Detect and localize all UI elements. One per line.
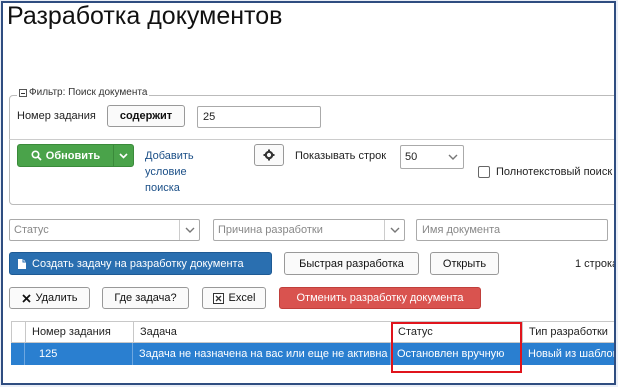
- rows-count: 1 строка: [575, 258, 616, 270]
- task-number-input[interactable]: 25: [197, 106, 321, 128]
- status-column-highlight: [391, 322, 522, 373]
- row-dev-type: Новый из шаблона: [522, 343, 614, 365]
- chevron-down-icon: [443, 146, 463, 168]
- open-button[interactable]: Открыть: [430, 252, 499, 275]
- reason-select[interactable]: Причина разработки: [213, 219, 405, 241]
- delete-label: Удалить: [35, 292, 78, 304]
- document-icon: [18, 258, 26, 269]
- docname-input[interactable]: Имя документа: [416, 219, 608, 241]
- task-number-label: Номер задания: [17, 110, 96, 122]
- status-select[interactable]: Статус: [9, 219, 200, 241]
- refresh-main[interactable]: Обновить: [18, 145, 114, 166]
- refresh-dropdown[interactable]: [114, 152, 133, 159]
- status-select-placeholder: Статус: [14, 224, 49, 236]
- excel-button[interactable]: Excel: [202, 287, 266, 309]
- refresh-button[interactable]: Обновить: [17, 144, 134, 167]
- gear-icon: [263, 149, 275, 161]
- filter-legend[interactable]: Фильтр: Поиск документа: [17, 87, 150, 98]
- table-header: Номер задания Задача Статус Тип разработ…: [11, 321, 614, 343]
- add-condition-link[interactable]: Добавить условие поиска: [145, 148, 194, 196]
- header-select[interactable]: [12, 322, 26, 342]
- row-select-cell[interactable]: [11, 343, 25, 365]
- header-task-number[interactable]: Номер задания: [26, 322, 134, 342]
- show-rows-label: Показывать строк: [295, 150, 387, 162]
- create-task-button[interactable]: Создать задачу на разработку документа: [9, 252, 272, 275]
- excel-icon: [212, 292, 224, 304]
- where-task-button[interactable]: Где задача?: [102, 287, 189, 309]
- create-task-label: Создать задачу на разработку документа: [32, 257, 244, 270]
- filter-legend-label: Фильтр: Поиск документа: [29, 87, 148, 98]
- close-icon: [21, 293, 31, 303]
- page-title: Разработка документов: [7, 2, 283, 30]
- chevron-down-icon: [179, 220, 199, 240]
- operator-button[interactable]: содержит: [107, 105, 185, 127]
- fulltext-checkbox[interactable]: [478, 166, 490, 178]
- header-task[interactable]: Задача: [134, 322, 392, 342]
- delete-button[interactable]: Удалить: [9, 287, 90, 309]
- search-icon: [31, 150, 42, 161]
- fulltext-label: Полнотекстовый поиск: [496, 166, 613, 178]
- chevron-down-icon: [384, 220, 404, 240]
- window: Разработка документов Фильтр: Поиск доку…: [1, 1, 616, 385]
- settings-button[interactable]: [254, 144, 284, 166]
- table-row[interactable]: 125 Задача не назначена на вас или еще н…: [11, 343, 614, 365]
- rows-select-value: 50: [405, 151, 418, 163]
- collapse-icon[interactable]: [19, 88, 27, 97]
- refresh-label: Обновить: [45, 149, 101, 162]
- row-task-number: 125: [25, 343, 133, 365]
- filter-divider: [9, 139, 614, 140]
- rows-select[interactable]: 50: [400, 145, 464, 169]
- cancel-dev-button[interactable]: Отменить разработку документа: [279, 287, 481, 309]
- chevron-down-icon: [119, 152, 128, 159]
- row-task: Задача не назначена на вас или еще не ак…: [133, 343, 391, 365]
- reason-select-placeholder: Причина разработки: [218, 224, 323, 236]
- quick-dev-button[interactable]: Быстрая разработка: [284, 252, 419, 275]
- header-dev-type[interactable]: Тип разработки: [523, 322, 614, 342]
- excel-label: Excel: [228, 292, 256, 304]
